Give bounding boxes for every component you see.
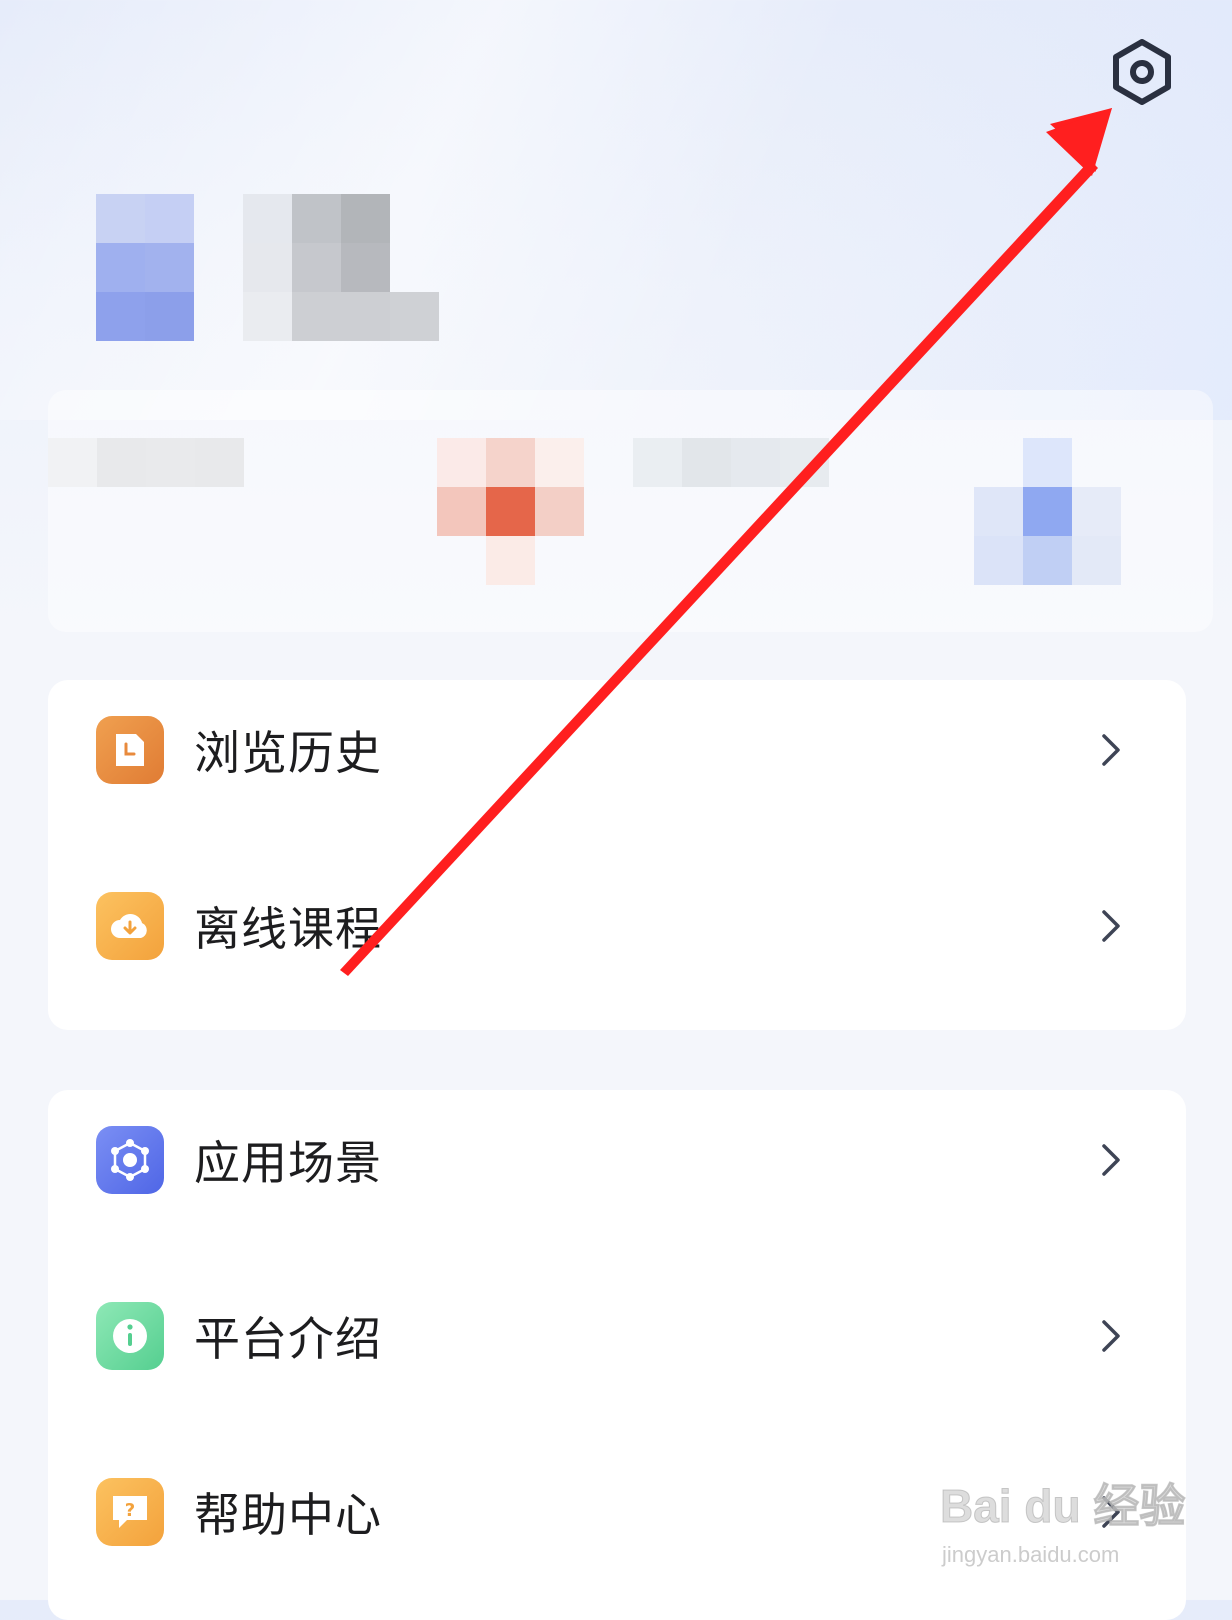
help-chat-icon: ? xyxy=(96,1478,164,1546)
info-icon xyxy=(96,1302,164,1370)
chevron-right-icon xyxy=(1102,1496,1120,1528)
svg-text:?: ? xyxy=(125,1500,135,1521)
settings-icon xyxy=(1113,39,1171,105)
menu-item-label: 应用场景 xyxy=(194,1136,382,1190)
menu-item-label: 浏览历史 xyxy=(194,726,382,780)
menu-card-secondary: 应用场景 平台介绍 ? 帮助中心 xyxy=(48,1090,1186,1620)
menu-item-label: 帮助中心 xyxy=(194,1488,382,1542)
user-name-mosaic xyxy=(243,194,443,342)
menu-card-primary: 浏览历史 离线课程 xyxy=(48,680,1186,1030)
settings-button[interactable] xyxy=(1108,38,1176,106)
menu-item-offline-courses[interactable]: 离线课程 xyxy=(48,856,1186,996)
network-icon xyxy=(96,1126,164,1194)
chevron-right-icon xyxy=(1102,910,1120,942)
stats-card-mosaic xyxy=(48,390,1213,632)
chevron-right-icon xyxy=(1102,734,1120,766)
menu-item-label: 离线课程 xyxy=(194,902,382,956)
history-icon xyxy=(96,716,164,784)
menu-item-platform-intro[interactable]: 平台介绍 xyxy=(48,1266,1186,1406)
user-avatar-mosaic[interactable] xyxy=(96,194,196,342)
chevron-right-icon xyxy=(1102,1144,1120,1176)
menu-item-scenarios[interactable]: 应用场景 xyxy=(48,1090,1186,1230)
menu-item-history[interactable]: 浏览历史 xyxy=(48,680,1186,820)
menu-item-label: 平台介绍 xyxy=(194,1312,382,1366)
menu-item-help-center[interactable]: ? 帮助中心 xyxy=(48,1442,1186,1582)
cloud-download-icon xyxy=(96,892,164,960)
chevron-right-icon xyxy=(1102,1320,1120,1352)
